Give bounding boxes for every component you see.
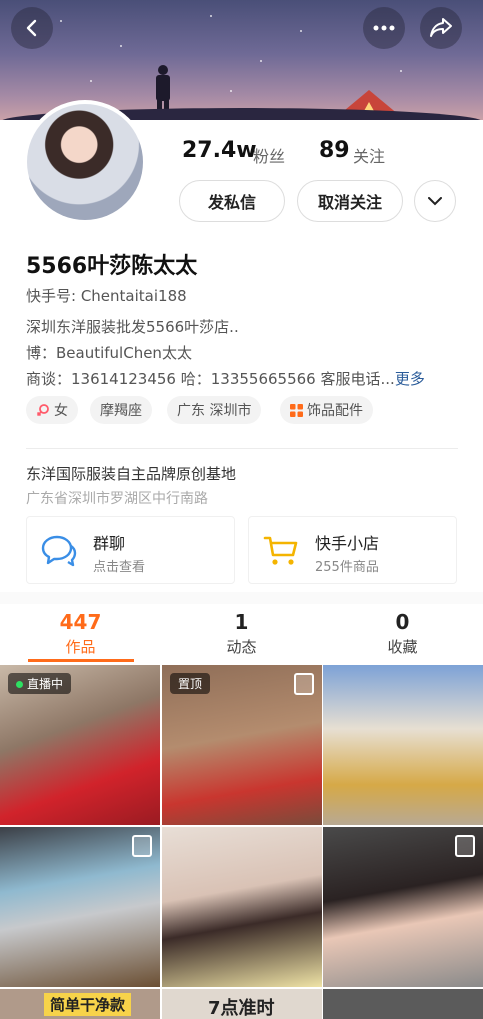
tab-moments-count: 1: [234, 610, 249, 634]
tag-category: 饰品配件: [280, 396, 373, 424]
tab-works[interactable]: 447 作品: [0, 610, 161, 657]
message-button[interactable]: 发私信: [179, 180, 285, 222]
tag-gender-label: 女: [54, 403, 68, 419]
tag-zodiac: 摩羯座: [90, 396, 152, 424]
bio-line-3: 商谈：13614123456 哈：13355665566 客服电话...更多: [26, 368, 425, 389]
video-thumbnail[interactable]: 直播中: [0, 665, 160, 825]
back-button[interactable]: [11, 7, 53, 49]
tag-category-label: 饰品配件: [307, 403, 363, 419]
tag-location-label: 广东 深圳市: [177, 403, 252, 419]
chevron-down-icon: [428, 196, 442, 205]
tab-favorites[interactable]: 0 收藏: [322, 610, 483, 657]
live-badge-label: 直播中: [27, 677, 64, 691]
business-address[interactable]: 广东省深圳市罗湖区中行南路: [26, 488, 208, 508]
video-thumbnail[interactable]: [0, 827, 160, 987]
profile-name: 5566叶莎陈太太: [26, 254, 198, 279]
video-thumbnail[interactable]: 7点准时: [162, 989, 322, 1019]
shop-subtitle: 255件商品: [315, 560, 379, 575]
more-options-button[interactable]: [363, 7, 405, 49]
fans-count[interactable]: 27.4w: [182, 138, 257, 163]
video-thumbnail[interactable]: [323, 989, 483, 1019]
thumbnail-caption: 7点准时: [208, 998, 275, 1019]
chat-bubble-icon: [41, 535, 77, 567]
group-chat-card[interactable]: 群聊 点击查看: [26, 516, 235, 584]
tag-location: 广东 深圳市: [167, 396, 262, 424]
grid-icon: [290, 403, 303, 417]
tab-works-count: 447: [59, 610, 102, 634]
active-tab-indicator: [28, 659, 134, 662]
tab-moments-label: 动态: [226, 638, 257, 656]
video-thumbnail[interactable]: [323, 665, 483, 825]
tab-works-label: 作品: [65, 638, 96, 656]
tab-moments[interactable]: 1 动态: [161, 610, 322, 657]
bio-line-1: 深圳东洋服装批发5566叶莎店..: [26, 318, 239, 336]
tab-favorites-label: 收藏: [387, 638, 418, 656]
video-thumbnail[interactable]: 置顶: [162, 665, 322, 825]
more-dots-icon: [373, 25, 395, 31]
following-label[interactable]: 关注: [353, 143, 385, 167]
group-chat-title: 群聊: [93, 534, 126, 553]
group-chat-subtitle: 点击查看: [93, 560, 146, 575]
unfollow-button[interactable]: 取消关注: [297, 180, 403, 222]
fans-label[interactable]: 粉丝: [253, 143, 285, 167]
video-thumbnail[interactable]: [323, 827, 483, 987]
avatar[interactable]: [23, 100, 147, 224]
video-thumbnail[interactable]: 简单干净款: [0, 989, 160, 1019]
user-id: 快手号: Chentaitai188: [26, 287, 187, 305]
live-badge: 直播中: [8, 673, 72, 694]
section-gap: [0, 592, 483, 604]
share-button[interactable]: [420, 7, 462, 49]
tab-favorites-count: 0: [395, 610, 410, 634]
thumbnail-caption: 简单干净款: [44, 993, 132, 1016]
bio-line-3-text: 商谈：13614123456 哈：13355665566 客服电话...: [26, 370, 395, 388]
shopping-cart-icon: [263, 536, 298, 565]
photo-set-icon: [132, 835, 152, 857]
bio-line-2: 博：BeautifulChen太太: [26, 344, 192, 362]
shop-title: 快手小店: [315, 534, 380, 553]
following-count[interactable]: 89: [319, 138, 350, 163]
expand-button[interactable]: [414, 180, 456, 222]
divider: [26, 448, 458, 449]
chevron-left-icon: [26, 19, 37, 37]
photo-set-icon: [455, 835, 475, 857]
more-link[interactable]: 更多: [395, 370, 425, 388]
tag-zodiac-label: 摩羯座: [100, 403, 142, 419]
video-thumbnail[interactable]: [162, 827, 322, 987]
shop-card[interactable]: 快手小店 255件商品: [248, 516, 457, 584]
business-title: 东洋国际服装自主品牌原创基地: [26, 465, 237, 483]
tag-gender: 女: [26, 396, 78, 424]
photo-set-icon: [294, 673, 314, 695]
female-icon: [36, 404, 49, 417]
share-icon: [430, 18, 452, 37]
pinned-badge: 置顶: [170, 673, 211, 694]
